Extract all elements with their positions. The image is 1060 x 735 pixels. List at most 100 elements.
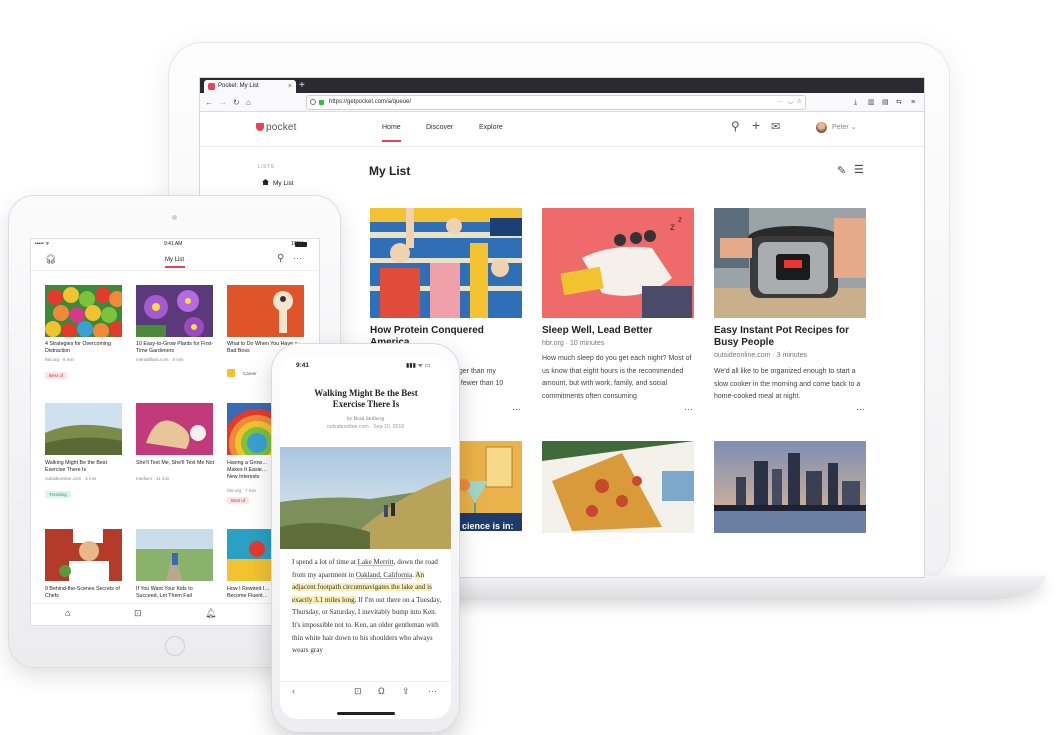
card-excerpt-fragment: gger than my [455, 368, 496, 375]
more-options-icon[interactable]: ··· [856, 404, 865, 414]
article-image [280, 447, 451, 549]
url-text: https://getpocket.com/a/queue/ [329, 99, 412, 105]
pizza-photo-image [542, 441, 694, 533]
back-icon[interactable]: ← [205, 96, 213, 109]
user-name: Peter [832, 124, 849, 131]
share-icon[interactable]: ⇪ [402, 686, 410, 697]
tablet-home-button[interactable] [165, 636, 185, 656]
library-icon[interactable]: ▥ [868, 96, 875, 109]
more-options-icon[interactable]: ··· [512, 404, 521, 414]
hiking-ridge-photo-image [280, 447, 451, 549]
search-icon[interactable]: ⚲ [277, 253, 284, 264]
list-item-title[interactable]: How I Rewired I… Become Fluent… [227, 586, 271, 600]
list-item-source: medium · 11 min [136, 476, 170, 481]
forward-icon[interactable]: → [219, 96, 227, 109]
home-tab-icon[interactable]: ⌂ [65, 608, 70, 618]
logo-text: pocket [266, 122, 297, 133]
sidebar-item-my-list[interactable]: My List [262, 179, 294, 187]
nav-explore[interactable]: Explore [479, 124, 503, 131]
card-title[interactable]: Sleep Well, Lead Better [542, 325, 694, 337]
notifications-bell-icon[interactable]: 🔔︎ [205, 608, 216, 619]
list-item-image[interactable] [136, 285, 213, 337]
user-menu[interactable]: Peter ⌄ [832, 123, 857, 131]
pocket-logo[interactable]: pocket [256, 122, 297, 133]
close-tab-icon[interactable]: × [288, 80, 292, 93]
sidebar-heading: LISTS [258, 164, 275, 170]
list-item-source: hbr.org · 7 min [227, 488, 257, 493]
status-badge: Best of [45, 372, 68, 379]
nav-discover[interactable]: Discover [426, 124, 453, 131]
search-icon[interactable]: ⚲ [731, 119, 740, 133]
list-item-image[interactable] [136, 529, 213, 581]
avatar[interactable] [816, 122, 827, 133]
card-image[interactable] [370, 208, 522, 318]
list-item-title[interactable]: 9 Behind-the-Scenes Secrets of Chefs [45, 586, 125, 600]
tablet-title: My List [165, 257, 185, 263]
list-item-title[interactable]: If You Want Your Kids to Succeed, Let Th… [136, 586, 216, 600]
bookmark-star-icon[interactable]: ☆ [797, 96, 802, 109]
card-image-caption: cience is in: [462, 521, 514, 531]
article-byline: by Brad Stulberg [346, 416, 385, 422]
headphones-icon[interactable]: 🎧︎ [45, 254, 56, 265]
list-item-image[interactable] [45, 529, 122, 581]
tablet-time: 9:41 AM [164, 241, 183, 247]
list-item-title[interactable]: 10 Easy-to-Grow Plants for First-Time Ga… [136, 341, 216, 355]
new-tab-button[interactable]: + [299, 79, 305, 92]
protein-illustration-image [370, 208, 522, 318]
headphones-icon[interactable]: Ω [378, 686, 385, 696]
article-meta: outsideonline.com · Sep 10, 2018 [326, 424, 405, 430]
svg-text:z: z [670, 222, 675, 233]
city-skyline-image [714, 441, 866, 533]
boss-illustration-image [227, 285, 304, 337]
sync-icon[interactable]: ⇆ [896, 96, 902, 109]
lock-icon [319, 100, 324, 105]
list-item-source: mentalfloss.com · 8 min [136, 357, 184, 362]
list-item-image[interactable] [45, 403, 122, 455]
nav-home[interactable]: Home [382, 124, 401, 142]
list-item-title[interactable]: Having a Grow… Makes It Easie… New Inter… [227, 460, 271, 481]
browser-tab[interactable]: Pocket: My List × [204, 80, 296, 93]
list-item-source: hbr.org · 6 min [45, 357, 75, 362]
home-icon[interactable]: ⌂ [246, 96, 251, 109]
pocket-save-icon[interactable]: ◡ [788, 96, 793, 109]
list-view-icon[interactable]: ☰ [854, 163, 864, 176]
card-image[interactable] [542, 441, 694, 533]
chevron-down-icon: ⌄ [850, 124, 857, 131]
sidebar-item-label: My List [273, 180, 294, 187]
card-excerpt: We'd all like to be organized enough to … [714, 368, 861, 400]
more-options-icon[interactable]: ··· [684, 404, 693, 414]
article-link[interactable]: Oakland, California [356, 571, 412, 579]
browser-toolbar: ← → ↻ ⌂ https://getpocket.com/a/queue/ ·… [200, 93, 924, 112]
sidebar-icon[interactable]: ▤ [882, 96, 889, 109]
back-icon[interactable]: ‹ [292, 686, 295, 696]
url-input[interactable]: https://getpocket.com/a/queue/ ··· ◡ ☆ [306, 95, 806, 110]
list-item-image[interactable] [45, 285, 122, 337]
reload-icon[interactable]: ↻ [233, 96, 240, 109]
menu-icon[interactable]: ≡ [911, 96, 915, 109]
article-title: Walking Might Be the Best Exercise There… [314, 388, 418, 409]
article-link[interactable]: Lake Merritt [358, 558, 394, 566]
list-item-title[interactable]: Walking Might Be the Best Exercise There… [45, 460, 125, 474]
archive-icon[interactable]: ⊡ [354, 686, 362, 697]
browser-tab-bar: Pocket: My List × + [200, 78, 924, 93]
download-icon[interactable]: ⤓ [854, 96, 857, 109]
archive-tab-icon[interactable]: ⊡ [134, 608, 142, 619]
list-item-title[interactable]: 4 Strategies for Overcoming Distraction [45, 341, 125, 355]
info-icon[interactable] [310, 99, 316, 105]
inbox-icon[interactable]: ✉ [771, 120, 780, 133]
list-item-image[interactable] [136, 403, 213, 455]
card-title[interactable]: Easy Instant Pot Recipes for Busy People [714, 325, 866, 349]
card-image[interactable] [714, 441, 866, 533]
more-icon[interactable]: ··· [428, 686, 437, 696]
more-icon[interactable]: ··· [777, 96, 783, 109]
pocket-favicon-icon [208, 83, 215, 90]
more-icon[interactable]: ··· [293, 253, 302, 263]
list-item-image[interactable] [227, 285, 304, 337]
edit-pencil-icon[interactable]: ✎ [837, 164, 846, 177]
card-image[interactable]: z z [542, 208, 694, 318]
body-text: If I'm out there on a Tuesday, Thursday,… [292, 595, 442, 655]
list-item-title[interactable]: She'll Text Me, She'll Text Me Not [136, 460, 216, 467]
card-image[interactable] [714, 208, 866, 318]
toolbar-divider [280, 681, 451, 682]
add-icon[interactable]: + [752, 117, 760, 133]
